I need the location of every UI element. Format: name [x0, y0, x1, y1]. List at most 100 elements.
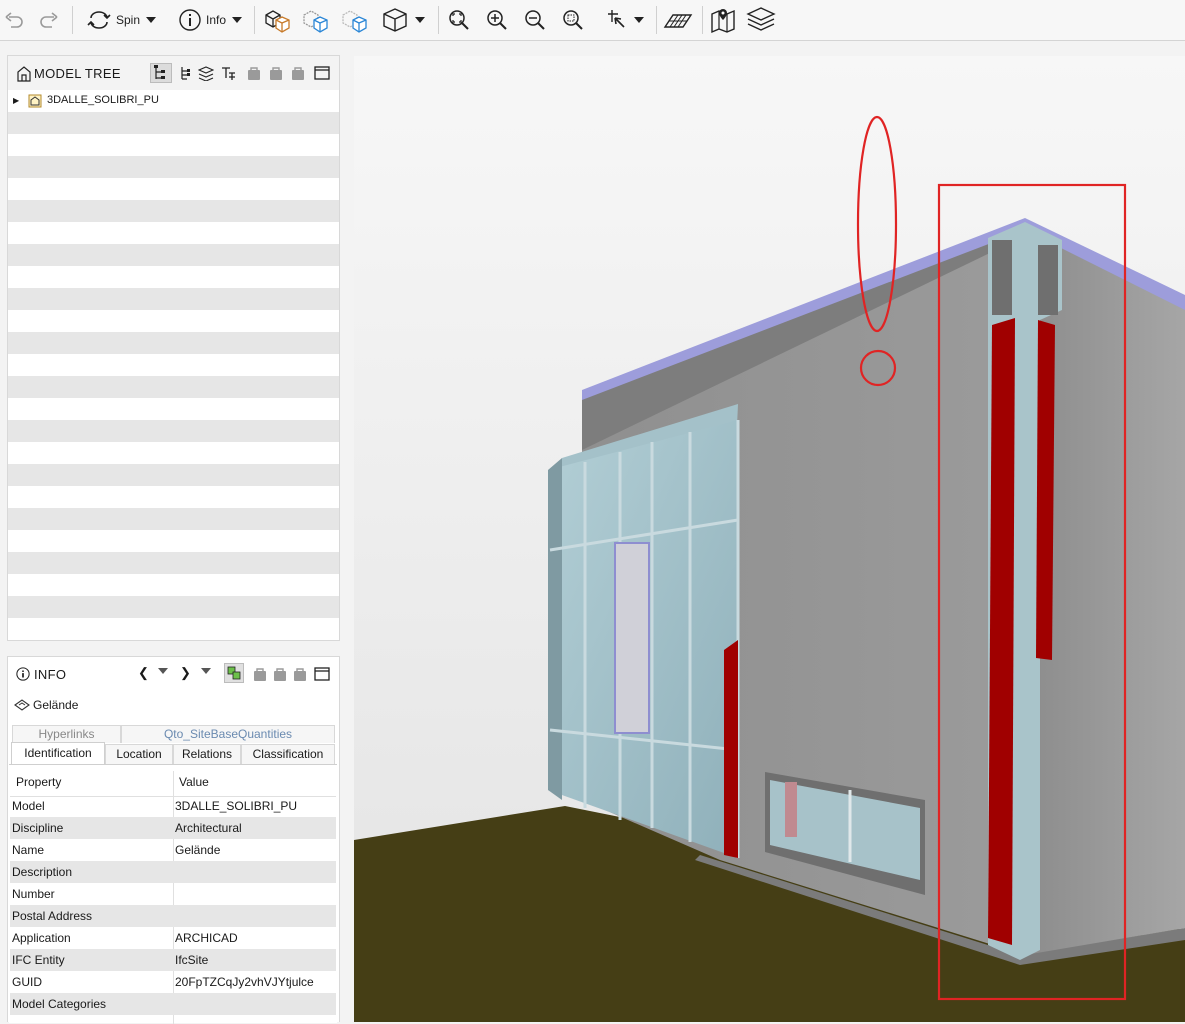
toolbar-separator — [254, 6, 255, 34]
undo-icon[interactable] — [0, 4, 28, 36]
tree-empty-row — [8, 310, 339, 332]
tree-structure-icon[interactable] — [178, 65, 194, 81]
info-panel: INFO ❮ ❯ Gelände Hyperlinks Qto_SiteBase… — [7, 656, 340, 1024]
bag-icon[interactable] — [252, 666, 268, 682]
tab-label: Location — [116, 747, 162, 761]
tree-empty-row — [8, 288, 339, 310]
tree-empty-row — [8, 134, 339, 156]
zoom-in-button[interactable] — [482, 4, 512, 36]
chevron-down-icon[interactable] — [158, 668, 168, 674]
select-cursor-icon — [608, 10, 625, 28]
zoom-extents-button[interactable] — [444, 4, 474, 36]
chevron-left-icon[interactable]: ❮ — [138, 665, 149, 681]
property-key: IFC Entity — [12, 953, 65, 967]
panel-window-icon[interactable] — [314, 65, 330, 81]
type-view-icon[interactable] — [220, 65, 236, 81]
linked-objects-button[interactable] — [224, 663, 244, 683]
tree-empty-row — [8, 332, 339, 354]
chevron-down-icon — [634, 17, 644, 23]
clash-highlight[interactable] — [988, 318, 1015, 945]
property-key: Discipline — [12, 821, 64, 835]
clash-highlight[interactable] — [1036, 320, 1055, 660]
info-title: INFO — [34, 667, 67, 682]
info-button[interactable]: Info — [172, 4, 248, 36]
toolbar-separator — [702, 6, 703, 34]
tree-empty-row — [8, 464, 339, 486]
info-icon — [179, 9, 201, 31]
transparency-button[interactable] — [336, 4, 372, 36]
redo-icon[interactable] — [34, 4, 64, 36]
tree-empty-row — [8, 618, 339, 640]
layers-button[interactable] — [744, 4, 778, 36]
curtain-wall[interactable] — [548, 404, 740, 858]
isolate-selection-button[interactable] — [260, 4, 294, 36]
stack-layers-icon[interactable] — [198, 65, 214, 81]
main-toolbar: Spin Info — [0, 0, 1185, 41]
panel-window-icon[interactable] — [314, 666, 330, 682]
tab-location[interactable]: Location — [105, 744, 173, 764]
cubes-hidden-icon — [303, 10, 328, 33]
zoom-window-button[interactable] — [558, 4, 588, 36]
tree-empty-row — [8, 574, 339, 596]
spin-label: Spin — [115, 13, 141, 27]
tab-identification[interactable]: Identification — [11, 742, 105, 764]
properties-table: Property Value Model 3DALLE_SOLIBRI_PU Di… — [9, 764, 337, 1024]
visibility-mode-button[interactable] — [376, 4, 430, 36]
bag-icon[interactable] — [268, 65, 284, 81]
property-key: Description — [12, 865, 73, 879]
map-pin-icon — [711, 9, 735, 34]
bag-icon[interactable] — [246, 65, 262, 81]
zoom-extents-icon — [449, 10, 469, 30]
bag-icon[interactable] — [290, 65, 306, 81]
tab-classification[interactable]: Classification — [241, 744, 335, 764]
tree-empty-row — [8, 420, 339, 442]
chevron-right-icon[interactable]: ❯ — [180, 665, 191, 681]
chevron-down-icon[interactable] — [201, 668, 211, 674]
bag-icon[interactable] — [292, 666, 308, 682]
column-header-property: Property — [16, 775, 62, 789]
zoom-out-button[interactable] — [520, 4, 550, 36]
selected-object-name: Gelände — [33, 698, 79, 712]
tab-label: Qto_SiteBaseQuantities — [163, 727, 293, 741]
tree-empty-row — [8, 398, 339, 420]
info-icon — [16, 667, 30, 681]
property-value: Architectural — [175, 821, 242, 835]
3d-model-render[interactable] — [354, 56, 1185, 1022]
tab-relations[interactable]: Relations — [173, 744, 241, 764]
table-row[interactable]: Model Categories — [10, 993, 336, 1015]
layers-icon — [746, 7, 776, 31]
table-row[interactable]: GUID 20FpTZCqJy2vhVJYtjulce — [10, 971, 336, 993]
tree-empty-row — [8, 596, 339, 618]
select-mode-button[interactable] — [596, 4, 652, 36]
linked-cubes-icon — [227, 666, 241, 680]
table-row[interactable]: Name Gelände — [10, 839, 336, 861]
table-row[interactable]: Number — [10, 883, 336, 905]
chevron-down-icon — [415, 17, 425, 23]
tab-qto-site-base-quantities[interactable]: Qto_SiteBaseQuantities — [121, 725, 335, 743]
table-row[interactable]: Postal Address — [10, 905, 336, 927]
table-row[interactable]: Model 3DALLE_SOLIBRI_PU — [10, 795, 336, 817]
tree-empty-row — [8, 244, 339, 266]
zoom-out-icon — [525, 10, 545, 30]
section-plane-button[interactable] — [660, 4, 696, 36]
hierarchy-icon — [154, 65, 165, 79]
location-map-button[interactable] — [706, 4, 740, 36]
tab-hyperlinks[interactable]: Hyperlinks — [12, 725, 121, 743]
bag-icon[interactable] — [272, 666, 288, 682]
tree-empty-row — [8, 486, 339, 508]
info-header: INFO ❮ ❯ — [8, 657, 339, 691]
hierarchy-view-button[interactable] — [150, 63, 172, 83]
table-row[interactable]: IFC Entity IfcSite — [10, 949, 336, 971]
hide-selection-button[interactable] — [298, 4, 332, 36]
tree-item-root[interactable]: ▶ 3DALLE_SOLIBRI_PU — [8, 90, 339, 112]
table-row[interactable]: Discipline Architectural — [10, 817, 336, 839]
tab-label: Identification — [24, 746, 92, 760]
property-key: Number — [12, 887, 55, 901]
3d-viewport[interactable] — [354, 56, 1185, 1022]
spin-button[interactable]: Spin — [82, 4, 160, 36]
expand-arrow-icon[interactable]: ▶ — [13, 96, 19, 105]
property-key: GUID — [12, 975, 42, 989]
table-row[interactable]: Application ARCHICAD — [10, 927, 336, 949]
cube-icon — [383, 8, 407, 32]
table-row[interactable]: Description — [10, 861, 336, 883]
